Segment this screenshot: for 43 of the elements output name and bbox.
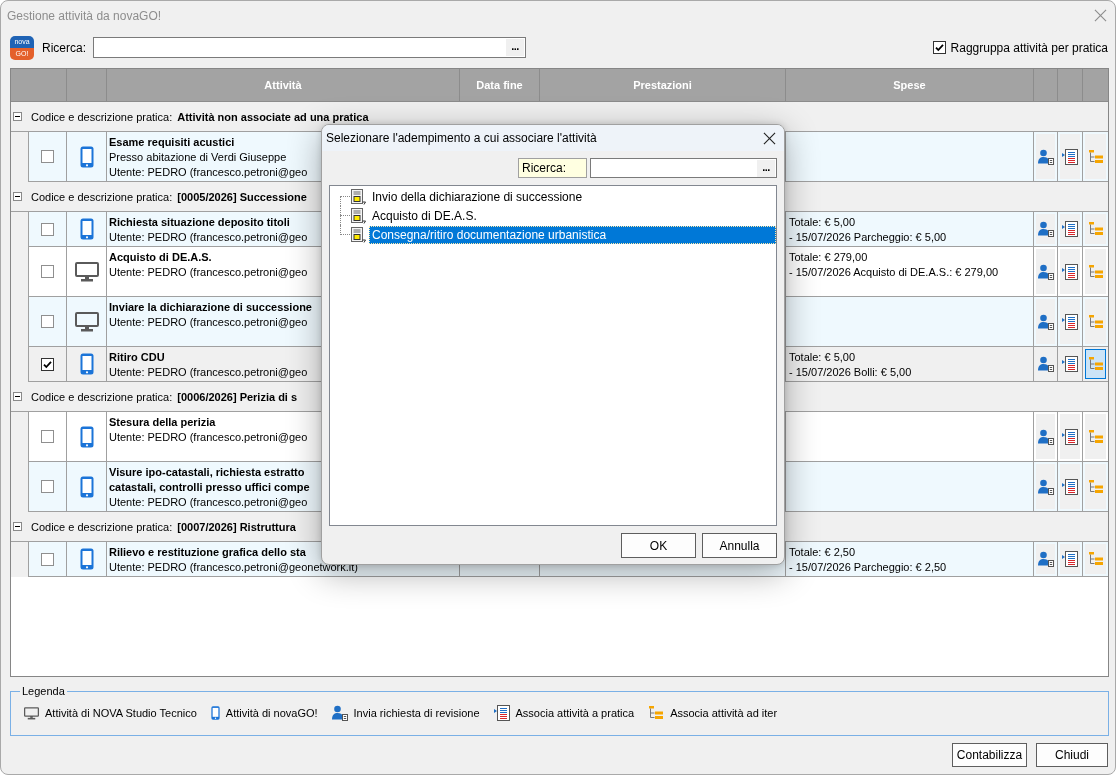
activity-detail: Presso abitazione di Verdi Giuseppe: [109, 150, 287, 165]
search-label: Ricerca:: [42, 40, 86, 55]
legend-title: Legenda: [21, 685, 66, 697]
activity-detail: Utente: PEDRO (francesco.petroni@geo: [109, 495, 308, 510]
legend-label: Invia richiesta di revisione: [353, 707, 480, 719]
expense-line: Totale: € 5,00: [789, 350, 856, 365]
activity-title: Acquisto di DE.A.S.: [109, 250, 212, 265]
group-label: Codice e descrizione pratica:: [31, 520, 173, 533]
expense-line: - 15/07/2026 Acquisto di DE.A.S.: € 279,00: [789, 265, 999, 280]
group-name: [0005/2026] Successione: [177, 190, 307, 203]
activity-detail: Utente: PEDRO (francesco.petroni@geo: [109, 315, 308, 330]
activity-title: Esame requisiti acustici: [109, 135, 235, 150]
activity-title: Rilievo e restituzione grafica dello sta: [109, 545, 306, 560]
group-name: [0007/2026] Ristruttura: [177, 520, 296, 533]
window-title: Gestione attività da novaGO!: [7, 8, 163, 23]
activity-detail: Utente: PEDRO (francesco.petroni@geonetwork.it): [109, 560, 358, 575]
group-name: [0006/2026] Perizia di s: [177, 390, 298, 403]
activity-title: Ritiro CDU: [109, 350, 165, 365]
expense-line: Totale: € 5,00: [789, 215, 856, 230]
group-label: Codice e descrizione pratica:: [31, 110, 173, 123]
group-name: Attività non associate ad una pratica: [177, 110, 369, 123]
expense-line: Totale: € 279,00: [789, 250, 868, 265]
expense-line: - 15/07/2026 Parcheggio: € 2,50: [789, 560, 947, 575]
legend-label: Attività di NOVA Studio Tecnico: [45, 707, 197, 719]
activity-detail: Utente: PEDRO (francesco.petroni@geo: [109, 430, 308, 445]
activity-title: Richiesta situazione deposito titoli: [109, 215, 290, 230]
activity-title: Visure ipo-catastali, richiesta estratto catastali, controlli presso uffici compe: [109, 465, 310, 495]
expense-line: - 15/07/2026 Bolli: € 5,00: [789, 365, 912, 380]
legend-label: Associa attività a pratica: [515, 707, 635, 719]
group-label: Codice e descrizione pratica:: [31, 390, 173, 403]
activity-title: Inviare la dichiarazione di successione: [109, 300, 312, 315]
expense-line: - 15/07/2026 Parcheggio: € 5,00: [789, 230, 947, 245]
activity-detail: Utente: PEDRO (francesco.petroni@geo: [109, 230, 308, 245]
legend-label: Attività di novaGO!: [225, 707, 318, 719]
group-label: Codice e descrizione pratica:: [31, 190, 173, 203]
activity-detail: Utente: PEDRO (francesco.petroni@geo: [109, 365, 308, 380]
activity-detail: Utente: PEDRO (francesco.petroni@geo: [109, 165, 308, 180]
activity-detail: Utente: PEDRO (francesco.petroni@geo: [109, 265, 308, 280]
legend-label: Associa attività ad iter: [670, 707, 778, 719]
activity-title: Stesura della perizia: [109, 415, 216, 430]
dialog-title: Selezionare l'adempimento a cui associare l'attività: [326, 131, 598, 145]
search-label: Ricerca:: [518, 158, 587, 178]
expense-line: Totale: € 2,50: [789, 545, 856, 560]
